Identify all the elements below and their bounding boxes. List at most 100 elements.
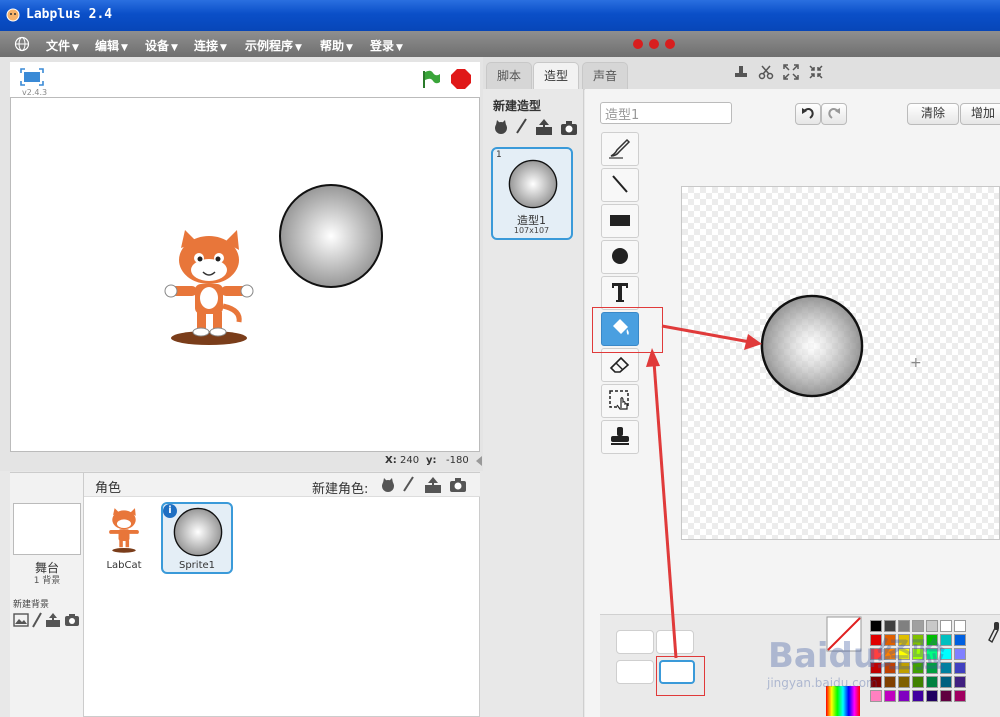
color-swatch[interactable] (954, 634, 966, 646)
tab-sounds[interactable]: 声音 (582, 62, 629, 90)
line-tool[interactable] (601, 168, 639, 202)
color-swatch[interactable] (912, 690, 924, 702)
y-value: -180 (446, 455, 469, 466)
stage-backdrop-count: 1 背景 (33, 576, 61, 586)
brush-icon (609, 138, 631, 159)
costume-name-input[interactable] (600, 102, 732, 124)
menu-examples-label: 示例程序 (245, 39, 294, 53)
menu-help[interactable]: 帮助 ▼ (320, 37, 353, 54)
tab-sounds-label: 声音 (593, 69, 618, 83)
fill-style-highlight (656, 656, 705, 696)
green-flag-icon[interactable] (420, 68, 442, 90)
color-swatch[interactable] (870, 690, 882, 702)
color-swatch[interactable] (954, 620, 966, 632)
color-swatch[interactable] (926, 676, 938, 688)
eraser-tool[interactable] (601, 348, 639, 382)
grow-tool-icon[interactable] (783, 64, 799, 80)
color-swatch[interactable] (940, 676, 952, 688)
stage-toolbar: v2.4.3 (10, 62, 480, 98)
labcat-thumbnail (109, 508, 139, 553)
menu-examples[interactable]: 示例程序 ▼ (245, 37, 302, 54)
title-bar: Labplus 2.4 (0, 0, 1000, 31)
menu-device-label: 设备 (145, 39, 170, 53)
menu-edit[interactable]: 编辑 ▼ (95, 37, 128, 54)
cut-tool-icon[interactable] (758, 64, 774, 80)
color-swatch[interactable] (954, 690, 966, 702)
costume-library-icon[interactable] (493, 119, 509, 135)
collapse-stage-icon[interactable] (475, 455, 483, 467)
tab-scripts-label: 脚本 (497, 69, 522, 83)
costume-index: 1 (496, 150, 502, 160)
stage-canvas[interactable] (10, 97, 480, 452)
color-swatch[interactable] (898, 690, 910, 702)
rectangle-icon (610, 215, 630, 226)
color-swatch[interactable] (898, 676, 910, 688)
tab-costumes[interactable]: 造型 (533, 62, 580, 90)
camera-sprite-icon[interactable] (449, 477, 467, 493)
color-swatch[interactable] (912, 676, 924, 688)
stage-thumbnail[interactable] (13, 503, 81, 555)
color-swatch[interactable] (926, 690, 938, 702)
globe-icon[interactable] (14, 36, 30, 52)
watermark-url: jingyan.baidu.com (767, 676, 878, 690)
color-swatch[interactable] (954, 648, 966, 660)
paint-backdrop-icon[interactable] (31, 612, 43, 628)
clear-button[interactable]: 清除 (907, 103, 959, 125)
costume-circle[interactable] (759, 293, 865, 399)
menu-file[interactable]: 文件 ▼ (46, 37, 79, 54)
menu-connect[interactable]: 连接 ▼ (194, 37, 227, 54)
upload-sprite-icon[interactable] (424, 476, 442, 494)
color-swatch[interactable] (954, 662, 966, 674)
annotation-arrows (646, 324, 762, 659)
status-dot (649, 39, 659, 49)
eyedropper-icon[interactable] (986, 620, 1000, 644)
new-sprite-label: 新建角色: (312, 482, 369, 497)
sprite-library-icon[interactable] (380, 477, 396, 493)
sprites-title: 角色 (95, 481, 122, 496)
sprite1-on-stage[interactable] (277, 182, 385, 290)
text-tool[interactable] (601, 276, 639, 310)
color-swatch[interactable] (940, 690, 952, 702)
add-button[interactable]: 增加 (960, 103, 1000, 125)
undo-button[interactable] (795, 103, 821, 125)
color-swatch[interactable] (884, 690, 896, 702)
color-picker-gradient[interactable] (826, 686, 860, 716)
brush-tool[interactable] (601, 132, 639, 166)
stamp-tool[interactable] (601, 420, 639, 454)
rectangle-tool[interactable] (601, 204, 639, 238)
labcat-sprite[interactable] (163, 226, 255, 346)
costume-size: 107x107 (513, 226, 550, 235)
paint-sprite-icon[interactable] (401, 475, 415, 493)
costume-tile[interactable]: 1 造型1 107x107 (491, 147, 573, 240)
color-swatch[interactable] (954, 676, 966, 688)
menu-edit-label: 编辑 (95, 39, 120, 53)
color-swatch[interactable] (884, 676, 896, 688)
line-icon (612, 175, 628, 193)
redo-button[interactable] (821, 103, 847, 125)
canvas-center-crosshair: + (910, 355, 922, 371)
select-tool[interactable] (601, 384, 639, 418)
tab-costumes-label: 造型 (544, 69, 569, 83)
sprite1-thumbnail (173, 507, 223, 557)
fill-style-option[interactable] (616, 660, 654, 684)
shrink-tool-icon[interactable] (808, 64, 824, 80)
menu-login[interactable]: 登录 ▼ (370, 37, 403, 54)
eraser-icon (609, 356, 630, 373)
backdrop-library-icon[interactable] (13, 613, 29, 627)
fullscreen-icon[interactable] (20, 68, 44, 86)
ellipse-tool[interactable] (601, 240, 639, 274)
stop-icon[interactable] (450, 68, 472, 90)
paint-costume-icon[interactable] (514, 117, 528, 135)
sprite-tile-labcat[interactable]: LabCat (96, 502, 152, 574)
new-backdrop-label: 新建背景 (13, 600, 50, 610)
duplicate-tool-icon[interactable] (733, 64, 749, 80)
upload-costume-icon[interactable] (535, 118, 553, 136)
menu-device[interactable]: 设备 ▼ (145, 37, 178, 54)
upload-backdrop-icon[interactable] (45, 612, 61, 628)
sprite-tile-sprite1[interactable]: i Sprite1 (161, 502, 233, 574)
camera-backdrop-icon[interactable] (64, 613, 80, 627)
mouse-coordinates: X: 240 y: -180 (10, 452, 480, 470)
camera-costume-icon[interactable] (560, 120, 578, 136)
app-icon (6, 8, 20, 22)
tab-scripts[interactable]: 脚本 (486, 62, 533, 90)
